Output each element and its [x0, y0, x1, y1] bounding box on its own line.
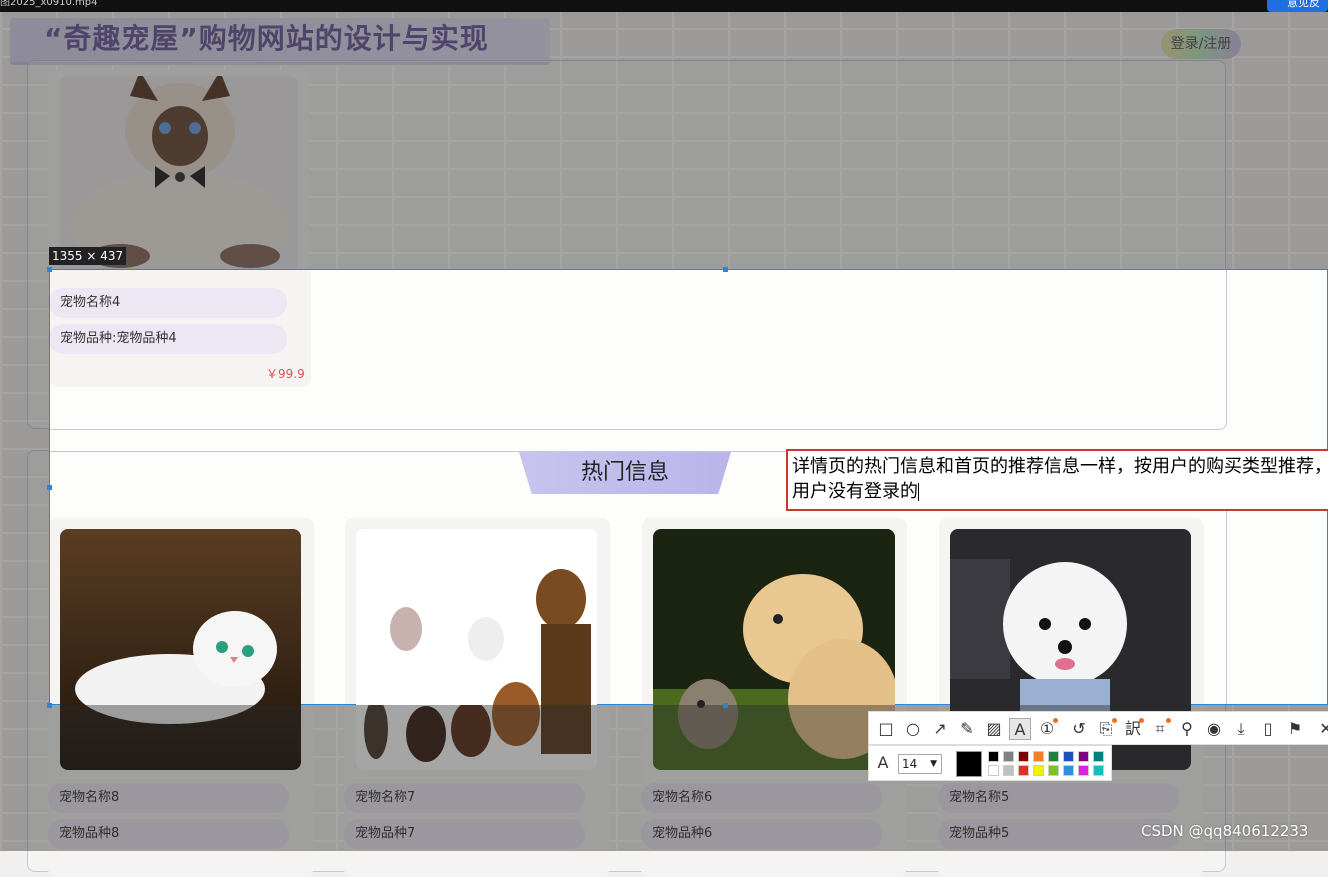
- text-caret: [918, 483, 919, 501]
- font-size-value: 14: [902, 757, 918, 771]
- color-swatch[interactable]: [1078, 765, 1089, 776]
- color-swatch[interactable]: [988, 765, 999, 776]
- color-swatch[interactable]: [1018, 751, 1029, 762]
- text-icon[interactable]: A: [1009, 718, 1031, 740]
- current-color-swatch[interactable]: [956, 751, 982, 777]
- csdn-watermark: CSDN @qq840612233: [1141, 822, 1309, 840]
- resize-handle-bottom-left[interactable]: [47, 703, 52, 708]
- color-swatch[interactable]: [1048, 765, 1059, 776]
- video-filename: 图2025_x0910.mp4: [0, 0, 98, 8]
- feedback-button[interactable]: 意见反: [1267, 0, 1328, 12]
- pet-breed: 宠物品种6: [641, 819, 882, 849]
- color-swatch[interactable]: [1003, 751, 1014, 762]
- site-title: “奇趣宠屋”购物网站的设计与实现: [44, 22, 489, 55]
- window-titlebar: 图2025_x0910.mp4 意见反: [0, 0, 1328, 12]
- color-swatch[interactable]: [1033, 765, 1044, 776]
- font-size-icon: A: [877, 753, 889, 772]
- color-swatch[interactable]: [1018, 765, 1029, 776]
- pet-image-white-cat[interactable]: [60, 529, 301, 705]
- hot-info-title: 热门信息: [519, 452, 731, 494]
- screenshot-toolbar: □ ○ ↗ ✎ ▨ A ① ↺ ⎘ 訳 ⌗ ⚲ ◉ ⤓ ▯ ⚑ ✕: [868, 711, 1328, 745]
- color-swatch[interactable]: [1003, 765, 1014, 776]
- close-icon[interactable]: ✕: [1315, 718, 1328, 740]
- pet-image-cat[interactable]: [60, 76, 298, 272]
- arrow-icon[interactable]: ↗: [929, 718, 951, 740]
- pet-card[interactable]: 宠物名称4 宠物品种:宠物品种4 ￥99.9: [50, 270, 311, 387]
- pet-breed: 宠物品种7: [344, 819, 585, 849]
- color-swatch[interactable]: [1033, 751, 1044, 762]
- color-swatch[interactable]: [1063, 751, 1074, 762]
- pet-name: 宠物名称7: [344, 783, 585, 813]
- translate-icon[interactable]: 訳: [1122, 718, 1144, 740]
- scan-icon[interactable]: ⌗: [1149, 718, 1171, 740]
- annotation-text: 详情页的热门信息和首页的推荐信息一样，按用户的购买类型推荐，用户没有登录的: [792, 456, 1328, 502]
- selection-size-label: 1355 × 437: [49, 247, 127, 265]
- ocr-icon[interactable]: ⎘: [1095, 718, 1117, 740]
- pet-breed: 宠物品种:宠物品种4: [50, 324, 287, 354]
- color-swatch[interactable]: [988, 751, 999, 762]
- text-annotation-input[interactable]: 详情页的热门信息和首页的推荐信息一样，按用户的购买类型推荐，用户没有登录的: [786, 449, 1328, 511]
- mosaic-icon[interactable]: ▨: [983, 718, 1005, 740]
- pet-breed: 宠物品种8: [48, 819, 289, 849]
- download-icon[interactable]: ⤓: [1230, 718, 1252, 740]
- pet-name: 宠物名称4: [50, 288, 287, 318]
- pet-image-poodle[interactable]: [950, 529, 1191, 705]
- pet-name: 宠物名称6: [641, 783, 882, 813]
- resize-handle-top-left[interactable]: [47, 267, 52, 272]
- color-swatch[interactable]: [1048, 751, 1059, 762]
- record-icon[interactable]: ◉: [1203, 718, 1225, 740]
- pet-image-group[interactable]: [356, 529, 597, 705]
- bookmark-icon[interactable]: ⚑: [1284, 718, 1306, 740]
- color-swatch[interactable]: [1093, 765, 1104, 776]
- resize-handle-mid-left[interactable]: [47, 485, 52, 490]
- pet-price: ￥99.9: [266, 367, 305, 381]
- chevron-down-icon: ▼: [930, 759, 937, 769]
- number-icon[interactable]: ①: [1036, 718, 1058, 740]
- save-icon[interactable]: ▯: [1257, 718, 1279, 740]
- color-swatch[interactable]: [1078, 751, 1089, 762]
- resize-handle-bottom-mid[interactable]: [723, 703, 728, 708]
- color-swatch[interactable]: [1093, 751, 1104, 762]
- rect-icon[interactable]: □: [875, 718, 897, 740]
- resize-handle-top-mid[interactable]: [723, 267, 728, 272]
- text-style-toolbar: A 14 ▼: [868, 745, 1112, 781]
- pet-name: 宠物名称8: [48, 783, 289, 813]
- ellipse-icon[interactable]: ○: [902, 718, 924, 740]
- pin-icon[interactable]: ⚲: [1176, 718, 1198, 740]
- login-register-button[interactable]: 登录/注册: [1161, 29, 1241, 59]
- pet-image-puppy-kitten[interactable]: [653, 529, 895, 705]
- pet-name: 宠物名称5: [938, 783, 1179, 813]
- font-size-select[interactable]: 14 ▼: [898, 754, 942, 774]
- undo-icon[interactable]: ↺: [1068, 718, 1090, 740]
- pen-icon[interactable]: ✎: [956, 718, 978, 740]
- color-swatch[interactable]: [1063, 765, 1074, 776]
